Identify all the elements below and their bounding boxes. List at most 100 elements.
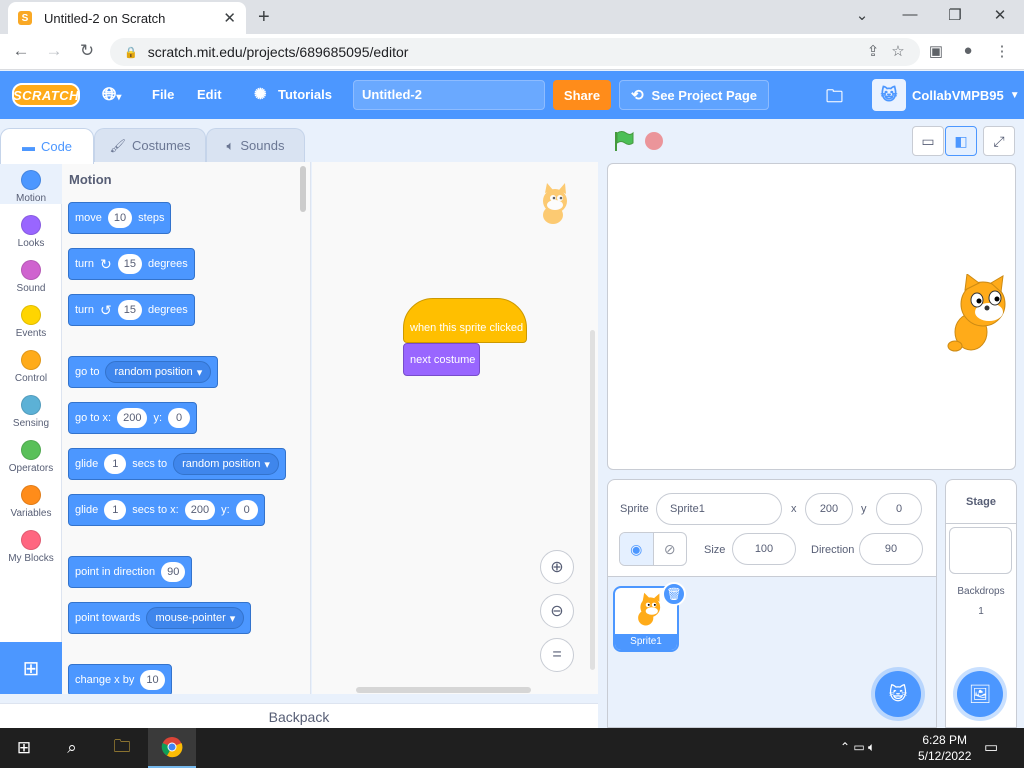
category-control[interactable]: Control [0,342,62,384]
cat-sprite-on-stage[interactable] [941,274,1016,364]
choose-sprite-button[interactable]: 😺︎ [875,671,921,717]
show-eye-icon[interactable]: ◉ [620,533,654,565]
block-turn-left[interactable]: turn ↺ 15 degrees [68,294,195,326]
forward-icon[interactable]: → [43,41,65,61]
zoom-reset-icon[interactable]: = [540,638,574,672]
restore-window-icon[interactable]: ❐ [943,6,967,24]
see-project-page-button[interactable]: ⟲ See Project Page [619,80,769,110]
block-point-towards[interactable]: point towards mouse-pointer ▾ [68,602,252,634]
share-button[interactable]: Share [553,80,611,110]
language-globe-icon[interactable]: 🌐︎▾ [102,84,121,105]
block-input[interactable]: 15 [117,300,142,320]
script-horizontal-scrollbar[interactable] [356,687,531,693]
file-menu[interactable]: File [152,87,174,102]
block-go-to[interactable]: go to random position ▾ [68,356,219,388]
browser-tab[interactable]: S Untitled-2 on Scratch ✕ [8,2,246,34]
block-glide-to-xy[interactable]: glide 1 secs to x: 200 y: 0 [68,494,265,526]
tab-sounds[interactable]: 🔈︎ Sounds [206,128,305,162]
block-turn-right[interactable]: turn ↻ 15 degrees [68,248,195,280]
tab-costumes[interactable]: 🖌︎ Costumes [94,128,206,162]
sprite-name-input[interactable]: Sprite1 [656,493,782,525]
chrome-taskbar-icon[interactable] [148,728,196,768]
zoom-out-icon[interactable]: ⊖ [540,594,574,628]
stop-icon[interactable] [645,132,663,150]
category-sound[interactable]: Sound [0,252,62,294]
block-input[interactable]: 0 [235,500,258,520]
block-input[interactable]: 1 [104,500,127,520]
backpack[interactable]: Backpack [0,703,598,729]
category-motion[interactable]: Motion [0,162,62,204]
system-tray-icons[interactable]: ⌃ ▭ 🔈︎ [840,740,875,755]
stage[interactable] [607,163,1016,470]
edit-menu[interactable]: Edit [197,87,222,102]
close-tab-icon[interactable]: ✕ [223,9,236,27]
stage-thumbnail[interactable] [949,527,1012,574]
block-input[interactable]: 200 [184,500,216,520]
category-variables[interactable]: Variables [0,477,62,519]
block-dropdown[interactable]: mouse-pointer ▾ [146,607,245,629]
minimize-icon[interactable]: — [898,6,922,23]
block-input[interactable]: 200 [117,408,148,428]
block-glide-to[interactable]: glide 1 secs to random position ▾ [68,448,286,480]
account-menu[interactable]: 😺︎ CollabVMPB95 ▼ [872,79,1020,111]
close-window-icon[interactable]: ✕ [988,6,1012,24]
browser-menu-icon[interactable]: ⋮ [991,42,1013,60]
zoom-in-icon[interactable]: ⊕ [540,550,574,584]
normal-stage-icon[interactable]: ◧ [945,126,977,156]
block-input[interactable]: 1 [104,454,127,474]
block-go-to-xy[interactable]: go to x: 200 y: 0 [68,402,197,434]
category-my-blocks[interactable]: My Blocks [0,522,62,564]
x-input[interactable]: 200 [805,493,853,525]
block-move-steps[interactable]: move 10 steps [68,202,172,234]
y-input[interactable]: 0 [876,493,922,525]
tutorials-menu[interactable]: Tutorials [278,87,332,102]
choose-backdrop-button[interactable]: 🖼︎ [957,671,1003,717]
my-stuff-folder-icon[interactable]: 🗀 [826,84,843,113]
scratch-logo[interactable]: SCRATCH [12,83,80,107]
small-stage-icon[interactable]: ▭ [912,126,944,156]
script-vertical-scrollbar[interactable] [590,330,595,670]
size-input[interactable]: 100 [732,533,796,565]
delete-sprite-icon[interactable]: 🗑︎ [662,582,686,606]
block-dropdown[interactable]: random position ▾ [173,453,279,475]
palette-scrollbar[interactable] [300,166,306,212]
backdrops-label: Backdrops [957,586,1005,597]
side-panel-icon[interactable]: ▣ [925,42,947,60]
block-change-x[interactable]: change x by 10 [68,664,172,694]
back-icon[interactable]: ← [10,41,32,61]
profile-icon[interactable]: ● [957,42,979,59]
hide-eye-icon[interactable]: ⊘ [654,533,687,565]
fullscreen-icon[interactable]: ⤢ [983,126,1015,156]
search-icon[interactable]: ⌕ [48,728,96,768]
address-bar[interactable]: 🔒 scratch.mit.edu/projects/689685095/edi… [110,38,920,66]
reload-icon[interactable]: ↻ [76,41,98,61]
new-tab-icon[interactable]: + [258,6,270,29]
green-flag-icon[interactable] [612,130,634,152]
category-sensing[interactable]: Sensing [0,387,62,429]
block-input[interactable]: 0 [168,408,190,428]
windows-start-icon[interactable]: ⊞ [0,728,48,768]
notifications-icon[interactable]: ▭ [984,738,998,756]
add-extension-button[interactable]: ⊞ [0,642,62,694]
file-explorer-icon[interactable]: 🗀 [98,728,146,768]
block-dropdown[interactable]: random position ▾ [105,361,212,383]
block-input[interactable]: 90 [161,562,186,582]
block-input[interactable]: 15 [117,254,142,274]
taskbar-clock[interactable]: 6:28 PM 5/12/2022 [918,732,971,764]
bookmark-star-icon[interactable]: ☆ [887,42,909,60]
direction-input[interactable]: 90 [859,533,923,565]
category-events[interactable]: Events [0,297,62,339]
block-input[interactable]: 10 [107,208,133,228]
looks-block-next-costume[interactable]: next costume [403,343,480,376]
tab-code[interactable]: ▬ Code [0,128,94,164]
block-point-in-direction[interactable]: point in direction 90 [68,556,193,588]
project-title-input[interactable]: Untitled-2 [353,80,545,110]
rotate-left-icon: ↺ [99,301,112,318]
event-block-when-sprite-clicked[interactable]: when this sprite clicked [403,298,527,343]
block-input[interactable]: 10 [140,670,165,690]
share-page-icon[interactable]: ⇪ [862,42,884,60]
dropdown-value: random position [114,366,193,378]
category-looks[interactable]: Looks [0,207,62,249]
category-operators[interactable]: Operators [0,432,62,474]
minimize-window-icon[interactable]: ⌄ [850,6,874,24]
